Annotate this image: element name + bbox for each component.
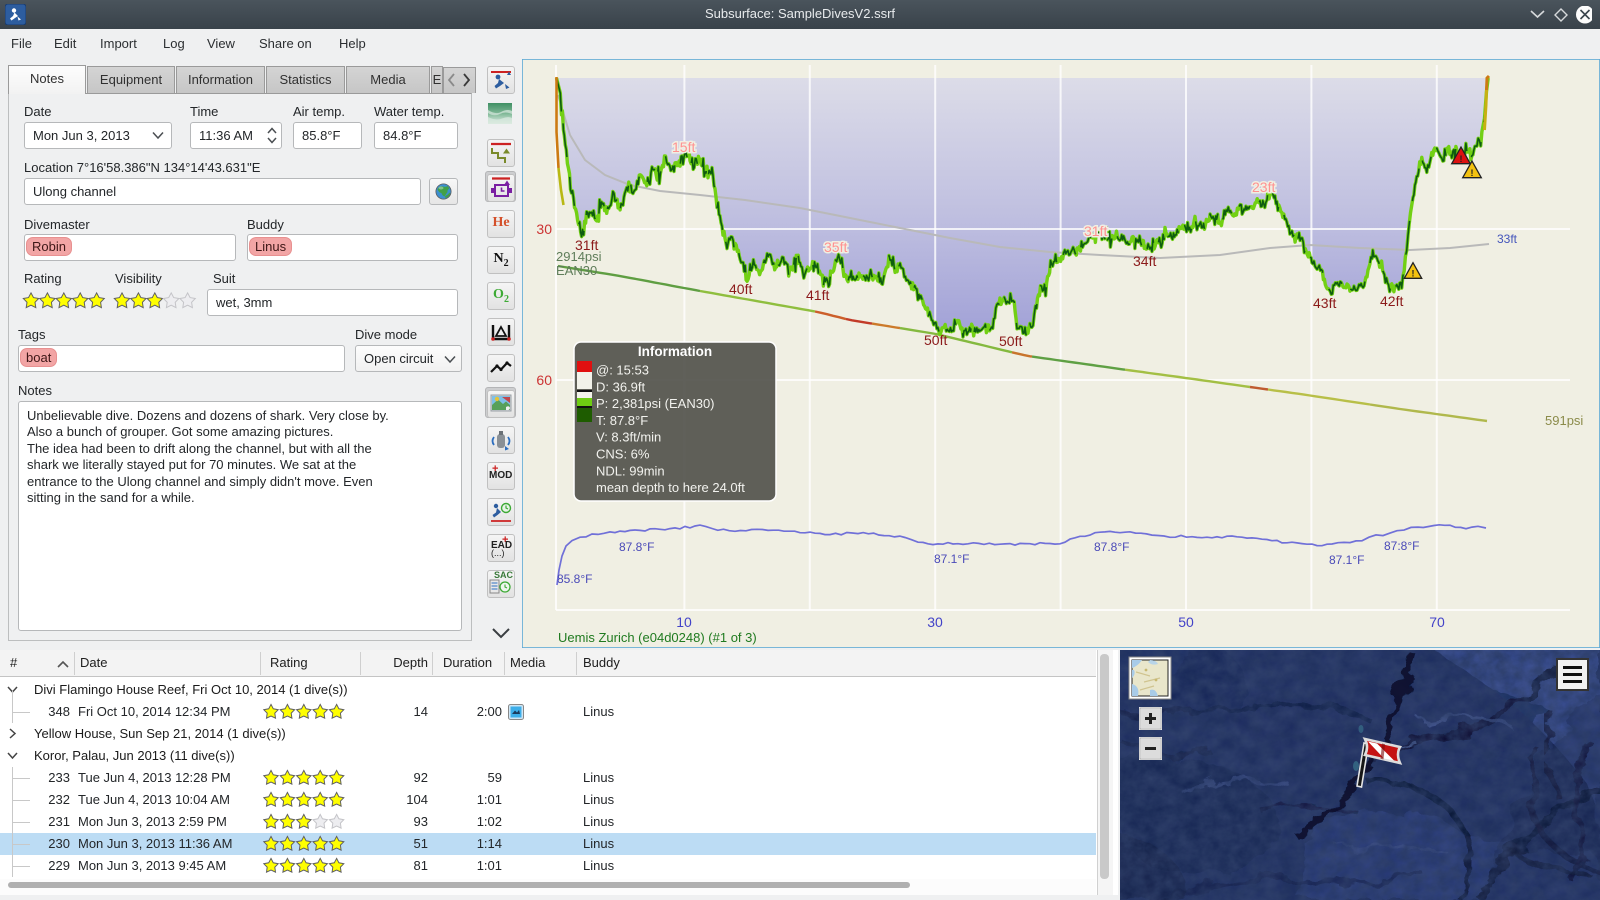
svg-text:30: 30 (536, 221, 552, 237)
svg-text:Uemis Zurich (e04d0248) (#1 of: Uemis Zurich (e04d0248) (#1 of 3) (558, 630, 757, 645)
svg-text:10: 10 (676, 614, 692, 630)
svg-text:42ft: 42ft (1380, 293, 1403, 309)
svg-text:mean depth to here 24.0ft: mean depth to here 24.0ft (596, 480, 745, 495)
svg-text:!: ! (1460, 154, 1463, 164)
svg-text:15ft: 15ft (672, 139, 695, 155)
svg-text:50ft: 50ft (999, 333, 1022, 349)
svg-text:!: ! (1471, 168, 1474, 178)
svg-text:87.1°F: 87.1°F (934, 552, 969, 566)
svg-text:!: ! (1412, 269, 1415, 279)
svg-text:23ft: 23ft (1252, 179, 1275, 195)
svg-text:43ft: 43ft (1313, 295, 1336, 311)
svg-text:P: 2,381psi (EAN30): P: 2,381psi (EAN30) (596, 396, 715, 411)
svg-text:35ft: 35ft (824, 239, 847, 255)
svg-text:@: 15:53: @: 15:53 (596, 363, 649, 378)
svg-text:87.1°F: 87.1°F (1329, 553, 1364, 567)
svg-text:31ft: 31ft (1084, 223, 1107, 239)
svg-text:EAN30: EAN30 (556, 263, 597, 278)
svg-text:30: 30 (927, 614, 943, 630)
svg-text:40ft: 40ft (729, 281, 752, 297)
svg-text:60: 60 (536, 372, 552, 388)
svg-text:41ft: 41ft (806, 287, 829, 303)
svg-text:V: 8.3ft/min: V: 8.3ft/min (596, 430, 661, 445)
svg-text:87:8°F: 87:8°F (1384, 539, 1419, 553)
svg-text:34ft: 34ft (1133, 253, 1156, 269)
svg-text:33ft: 33ft (1497, 232, 1518, 246)
svg-text:87.8°F: 87.8°F (1094, 540, 1129, 554)
svg-text:87.8°F: 87.8°F (619, 540, 654, 554)
svg-text:591psi: 591psi (1545, 413, 1583, 428)
svg-text:CNS: 6%: CNS: 6% (596, 447, 650, 462)
svg-text:D: 36.9ft: D: 36.9ft (596, 379, 646, 394)
svg-text:85.8°F: 85.8°F (557, 572, 592, 586)
svg-text:2914psi: 2914psi (556, 249, 602, 264)
svg-text:50: 50 (1178, 614, 1194, 630)
svg-text:NDL: 99min: NDL: 99min (596, 463, 665, 478)
svg-text:50ft: 50ft (924, 332, 947, 348)
svg-text:70: 70 (1429, 614, 1445, 630)
svg-text:T: 87.8°F: T: 87.8°F (596, 413, 648, 428)
svg-text:Information: Information (638, 344, 712, 359)
